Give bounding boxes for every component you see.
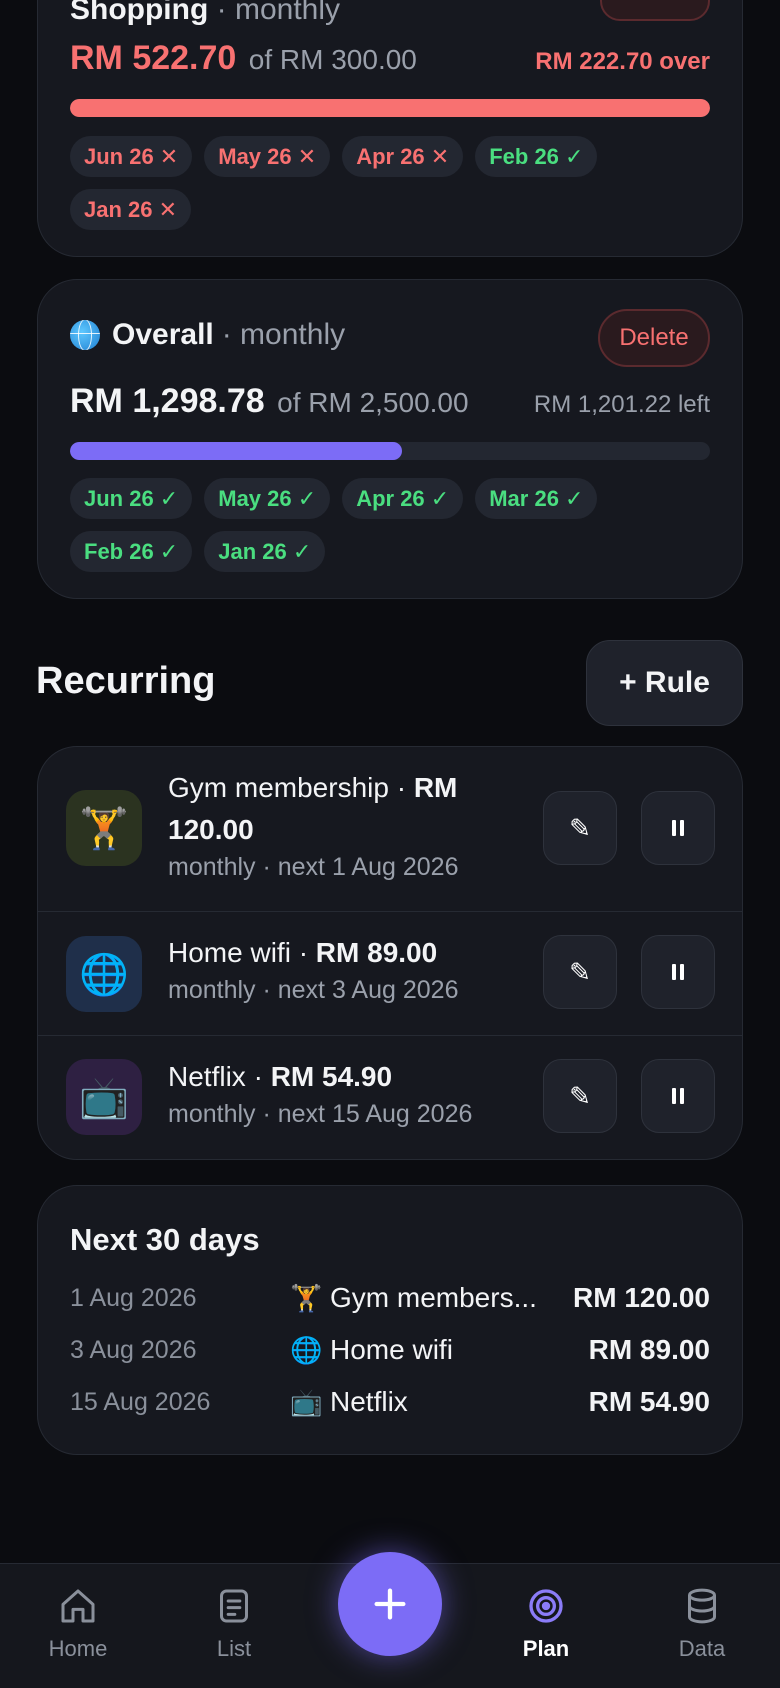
delete-button[interactable]: Delete [598,309,710,367]
recurring-item: 🌐 Home wifi · RM 89.00 monthly · next 3 … [38,912,742,1036]
pause-button[interactable] [641,791,715,865]
pause-button[interactable] [641,935,715,1009]
globe-icon [70,320,100,350]
nav-label: Home [48,1636,108,1661]
month-chip: May 26 ✓ [204,478,331,519]
budget-card-shopping: Shopping · monthly RM 522.70 of RM 300.0… [37,0,743,257]
pause-icon [672,820,676,836]
upcoming-name: 📺 Netflix [290,1386,408,1417]
upcoming-date: 15 Aug 2026 [70,1387,211,1416]
television-icon: 📺 [290,1386,323,1417]
pencil-icon: ✎ [569,1080,591,1111]
plus-icon [374,1588,406,1620]
month-chip: Mar 26 ✓ [475,478,598,519]
recurring-item-text: Home wifi · RM 89.00 monthly · next 3 Au… [168,932,498,1006]
nav-plan[interactable]: Plan [486,1586,606,1662]
nav-data[interactable]: Data [642,1586,762,1662]
budget-limit: of RM 300.00 [248,44,417,75]
upcoming-date: 1 Aug 2026 [70,1283,197,1312]
budget-title: Shopping · monthly [70,0,341,26]
database-icon [688,1588,716,1624]
month-chip: Jan 26 ✕ [70,189,192,230]
list-icon [220,1589,248,1623]
month-chip: Jun 26 ✓ [70,478,193,519]
add-rule-button[interactable]: + Rule [586,640,743,726]
budget-progress-fill [70,99,710,117]
month-chip: Apr 26 ✓ [342,478,464,519]
delete-button[interactable] [600,0,710,21]
pencil-icon: ✎ [569,956,591,987]
add-transaction-button[interactable] [338,1552,442,1656]
budget-amount-row: RM 522.70 of RM 300.00 RM 222.70 over [70,39,710,78]
upcoming-row: 3 Aug 2026 🌐 Home wifi RM 89.00 [70,1330,710,1370]
upcoming-row: 1 Aug 2026 🏋️ Gym members... RM 120.00 [70,1278,710,1318]
upcoming-name: 🌐 Home wifi [290,1334,453,1365]
recurring-item-title: Netflix · RM 54.90 [168,1061,393,1092]
pause-icon [680,820,684,836]
budget-progress-bar [70,442,710,460]
nav-home[interactable]: Home [18,1586,138,1662]
budget-status: RM 222.70 over [535,48,710,75]
month-history: Jun 26 ✓ May 26 ✓ Apr 26 ✓ Mar 26 ✓ Feb 26 ✓… [70,478,702,572]
target-icon [529,1589,563,1623]
month-chip: Jan 26 ✓ [204,531,326,572]
month-chip: Feb 26 ✓ [475,136,598,177]
weightlifter-icon: 🏋️ [290,1282,323,1313]
pause-icon [680,964,684,980]
recurring-item-text: Netflix · RM 54.90 monthly · next 15 Aug… [168,1056,498,1130]
upcoming-name: 🏋️ Gym members... [290,1282,537,1313]
month-chip: Feb 26 ✓ [70,531,193,572]
recurring-item-title: Home wifi · RM 89.00 [168,937,438,968]
month-chip: Jun 26 ✕ [70,136,193,177]
recurring-item: 📺 Netflix · RM 54.90 monthly · next 15 A… [38,1036,742,1159]
pause-icon [672,964,676,980]
upcoming-amount: RM 120.00 [573,1282,710,1313]
budget-status: RM 1,201.22 left [533,391,710,418]
home-icon [61,1589,95,1623]
section-title-recurring: Recurring [36,660,216,702]
pencil-icon: ✎ [569,812,591,843]
recurring-list: 🏋️ Gym membership · RM 120.00 monthly · … [37,746,743,1160]
month-chip: May 26 ✕ [204,136,331,177]
upcoming-date: 3 Aug 2026 [70,1335,197,1364]
upcoming-amount: RM 89.00 [588,1334,710,1365]
recurring-item-schedule: monthly · next 1 Aug 2026 [168,853,459,881]
nav-list[interactable]: List [174,1586,294,1662]
budget-progress-fill [70,442,403,460]
budget-amount-row: RM 1,298.78 of RM 2,500.00 RM 1,201.22 l… [70,382,710,421]
pause-icon [680,1088,684,1104]
television-icon: 📺 [66,1059,142,1135]
edit-button[interactable]: ✎ [543,1059,617,1133]
month-chip: Apr 26 ✕ [342,136,464,177]
recurring-item-title: Gym membership · RM 120.00 [168,772,458,845]
globe-icon: 🌐 [290,1334,323,1365]
upcoming-row: 15 Aug 2026 📺 Netflix RM 54.90 [70,1382,710,1422]
pause-button[interactable] [641,1059,715,1133]
nav-label: List [216,1636,252,1661]
upcoming-card: Next 30 days 1 Aug 2026 🏋️ Gym members...… [37,1185,743,1455]
weightlifter-icon: 🏋️ [66,790,142,866]
budget-limit: of RM 2,500.00 [277,387,469,418]
budget-title: Overall · monthly [70,318,345,352]
edit-button[interactable]: ✎ [543,791,617,865]
recurring-item-text: Gym membership · RM 120.00 monthly · nex… [168,767,498,883]
upcoming-title: Next 30 days [70,1222,260,1257]
budget-card-overall: Overall · monthly Delete RM 1,298.78 of … [37,279,743,599]
pause-icon [672,1088,676,1104]
nav-label: Data [678,1636,726,1661]
recurring-item: 🏋️ Gym membership · RM 120.00 monthly · … [38,747,742,912]
nav-label: Plan [522,1636,570,1661]
budget-spent: RM 1,298.78 [70,382,265,420]
upcoming-amount: RM 54.90 [588,1386,710,1417]
month-history: Jun 26 ✕ May 26 ✕ Apr 26 ✕ Feb 26 ✓ Jan 26 ✕ [70,136,702,230]
recurring-item-schedule: monthly · next 3 Aug 2026 [168,976,459,1004]
globe-icon: 🌐 [66,936,142,1012]
recurring-item-schedule: monthly · next 15 Aug 2026 [168,1100,473,1128]
budget-progress-bar [70,99,710,117]
budget-spent: RM 522.70 [70,39,237,77]
edit-button[interactable]: ✎ [543,935,617,1009]
